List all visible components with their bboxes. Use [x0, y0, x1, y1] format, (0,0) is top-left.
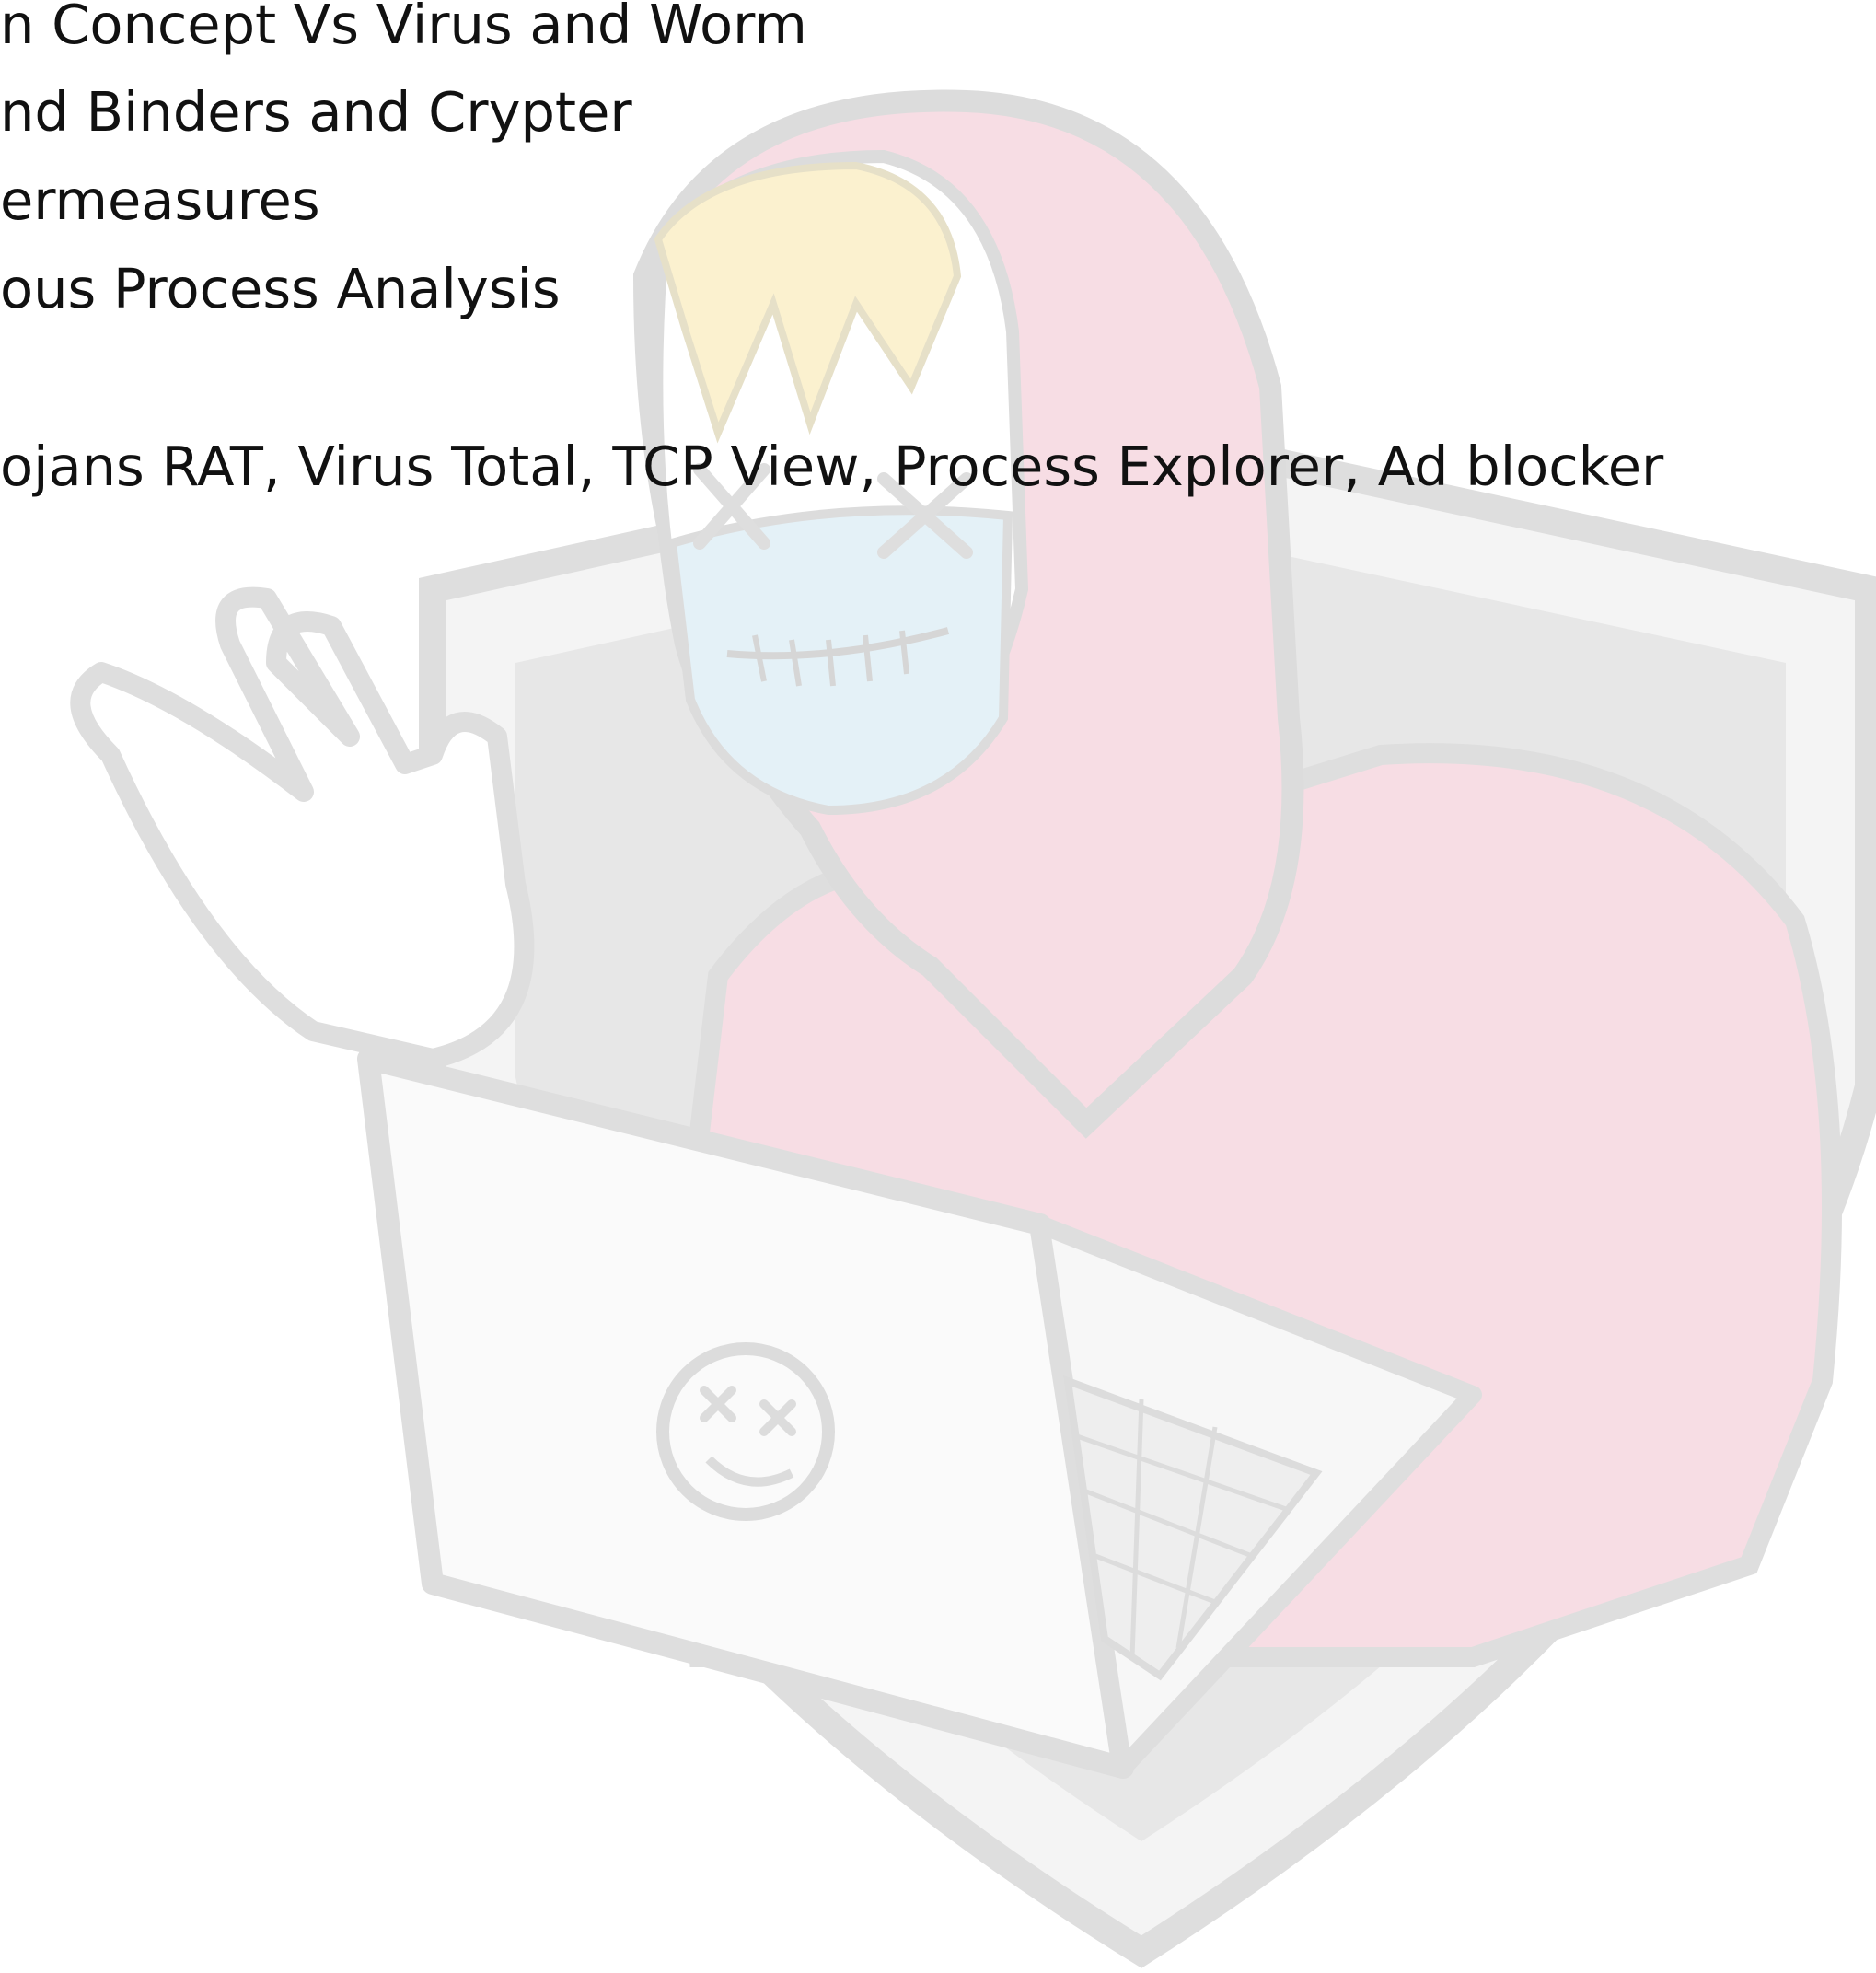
- tools-line: ojans RAT, Virus Total, TCP View, Proces…: [0, 435, 1664, 498]
- topic-line: ermeasures: [0, 168, 320, 232]
- topic-line: ous Process Analysis: [0, 257, 561, 320]
- document-page: n Concept Vs Virus and Worm nd Binders a…: [0, 0, 1876, 1973]
- topic-list: n Concept Vs Virus and Worm nd Binders a…: [0, 0, 1876, 644]
- topic-line: n Concept Vs Virus and Worm: [0, 0, 807, 56]
- topic-line: nd Binders and Crypter: [0, 80, 632, 144]
